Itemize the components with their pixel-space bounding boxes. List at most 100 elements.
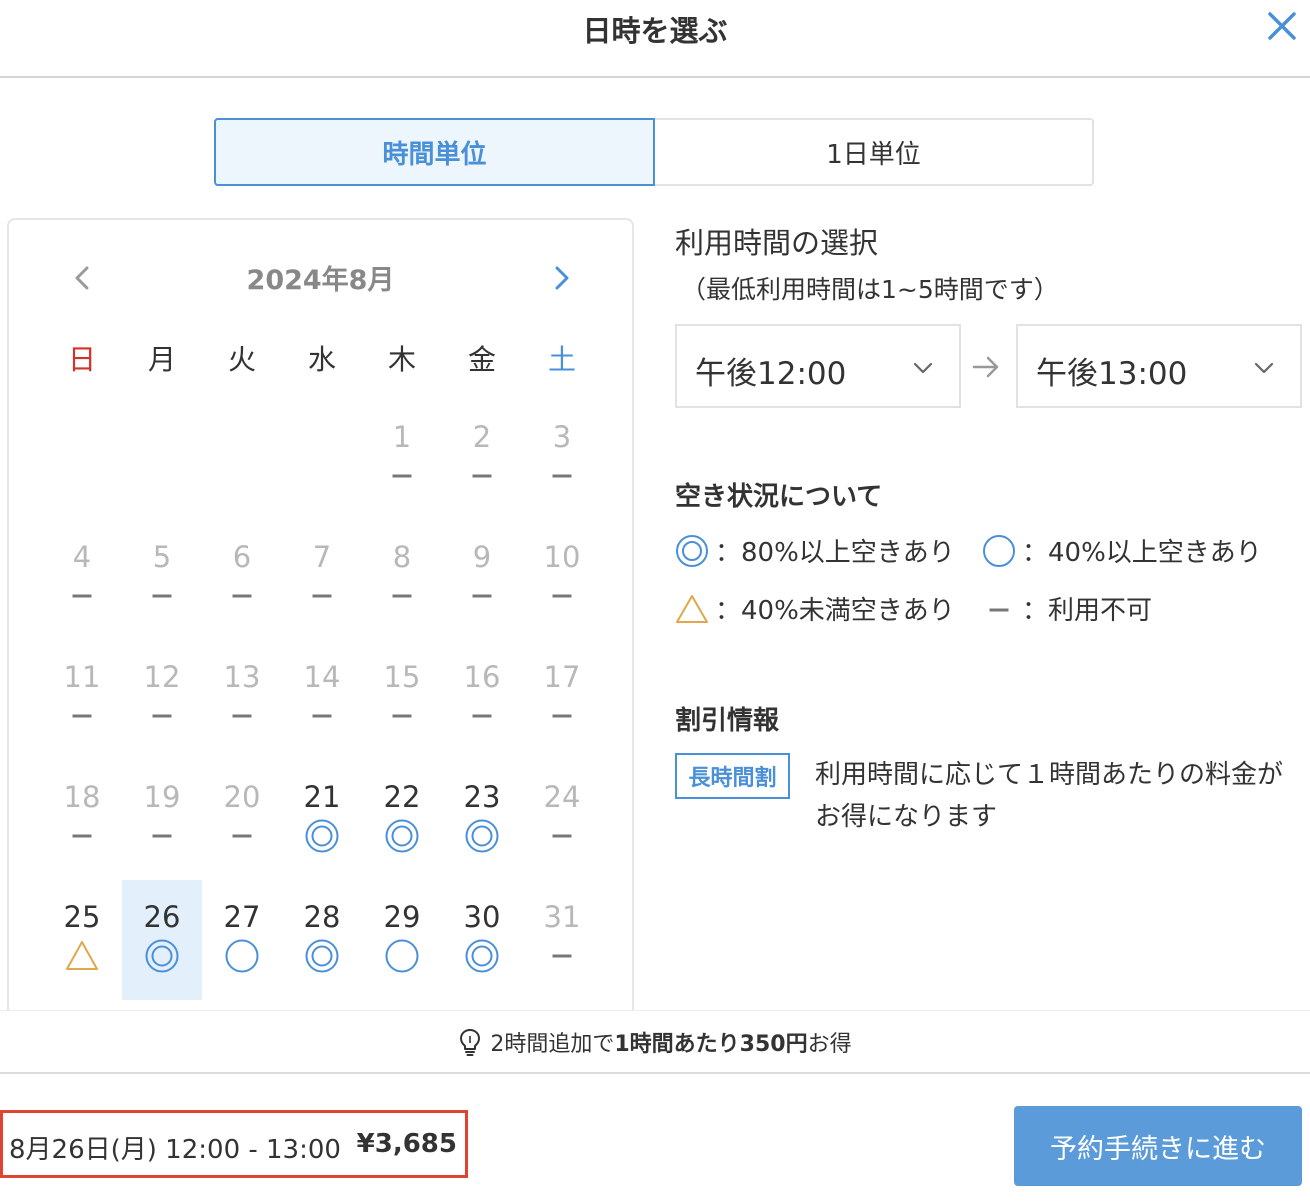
dash-icon [312,714,332,718]
day-number: 13 [223,660,261,694]
chevron-down-icon [1254,362,1274,374]
dash-icon [152,594,172,598]
calendar-day: 5 [122,520,202,640]
calendar-day: 14 [282,640,362,760]
day-number: 4 [72,540,92,574]
day-number: 9 [472,540,492,574]
calendar-panel: 2024年8月 日 月 火 水 木 金 土 1 2 3 4 5 6 7 8 9 10 11 12 13 1… [7,218,634,1038]
calendar-day: 2 [442,400,522,520]
legend-label: ：40%未満空きあり [715,596,955,626]
dash-icon [472,714,492,718]
calendar-day: 15 [362,640,442,760]
calendar-day: 20 [202,760,282,880]
dash-icon [72,594,92,598]
calendar-day: 12 [122,640,202,760]
availability-title: 空き状況について [675,482,883,512]
double-circle-icon [385,819,419,853]
dash-icon [72,834,92,838]
day-number: 8 [392,540,412,574]
end-time-value: 午後13:00 [1036,356,1188,392]
legend-item: ：利用不可 [982,590,1152,627]
calendar-blank [42,400,122,520]
day-number: 26 [143,900,181,934]
calendar-month-label: 2024年8月 [246,265,395,296]
day-number: 21 [303,780,341,814]
calendar-day[interactable]: 21 [282,760,362,880]
mode-tabs: 時間単位 1日単位 [214,118,1094,186]
calendar-day[interactable]: 25 [42,880,122,1000]
proceed-button[interactable]: 予約手続きに進む [1014,1106,1302,1186]
calendar-day: 7 [282,520,362,640]
weekday-label: 日 [67,343,96,376]
tab-daily[interactable]: 1日単位 [655,118,1094,186]
day-number: 25 [63,900,101,934]
day-number: 3 [552,420,572,454]
dash-icon [72,714,92,718]
dash-icon [392,714,412,718]
legend-label: ：80%以上空きあり [715,538,955,568]
calendar-day[interactable]: 28 [282,880,362,1000]
dash-icon [312,594,332,598]
calendar-day[interactable]: 27 [202,880,282,1000]
tip-prefix: 2時間追加で [490,1031,615,1057]
calendar-day: 24 [522,760,602,880]
calendar-day[interactable]: 29 [362,880,442,1000]
dash-icon [552,834,572,838]
calendar-grid: 1 2 3 4 5 6 7 8 9 10 11 12 13 14 15 16 17 18 19 20 21 22 23 24 2… [42,400,602,1000]
day-number: 20 [223,780,261,814]
calendar-day: 13 [202,640,282,760]
day-number: 18 [63,780,101,814]
double-circle-icon [465,819,499,853]
day-number: 11 [63,660,101,694]
weekday-header: 日 月 火 水 木 金 土 [42,338,602,378]
day-number: 7 [312,540,332,574]
summary-datetime: 8月26日(月) 12:00 - 13:00 [9,1135,341,1165]
dash-icon [472,474,492,478]
calendar-day: 18 [42,760,122,880]
day-number: 1 [392,420,412,454]
calendar-day: 17 [522,640,602,760]
dash-icon [472,594,492,598]
booking-summary: 8月26日(月) 12:00 - 13:00 ¥3,685 [0,1110,468,1178]
day-number: 10 [543,540,581,574]
close-button[interactable] [1262,6,1302,46]
calendar-day: 10 [522,520,602,640]
calendar-day[interactable]: 22 [362,760,442,880]
calendar-blank [122,400,202,520]
time-section-subtitle: （最低利用時間は1~5時間です） [681,275,1059,304]
dash-icon [392,594,412,598]
calendar-day: 4 [42,520,122,640]
calendar-day: 3 [522,400,602,520]
calendar-day-selected[interactable]: 26 [122,880,202,1000]
day-number: 28 [303,900,341,934]
legend-item: ：80%以上空きあり [675,532,955,569]
calendar-day[interactable]: 30 [442,880,522,1000]
day-number: 5 [152,540,172,574]
calendar-day: 1 [362,400,442,520]
weekday-label: 火 [227,343,256,376]
dash-icon [989,608,1009,611]
dash-icon [392,474,412,478]
dash-icon [152,714,172,718]
calendar-day: 8 [362,520,442,640]
end-time-select[interactable]: 午後13:00 [1016,324,1302,408]
tip-bold: 1時間あたり350円 [614,1031,808,1057]
double-circle-icon [305,819,339,853]
triangle-icon [676,594,708,623]
calendar-day: 6 [202,520,282,640]
day-number: 23 [463,780,501,814]
calendar-blank [202,400,282,520]
day-number: 6 [232,540,252,574]
tab-hourly[interactable]: 時間単位 [214,118,655,186]
day-number: 27 [223,900,261,934]
start-time-select[interactable]: 午後12:00 [675,324,961,408]
day-number: 22 [383,780,421,814]
double-circle-icon [676,534,708,567]
calendar-day: 31 [522,880,602,1000]
day-number: 15 [383,660,421,694]
calendar-day[interactable]: 23 [442,760,522,880]
next-month-button[interactable] [547,260,577,296]
calendar-day: 9 [442,520,522,640]
triangle-icon [66,941,98,970]
double-circle-icon [465,939,499,973]
